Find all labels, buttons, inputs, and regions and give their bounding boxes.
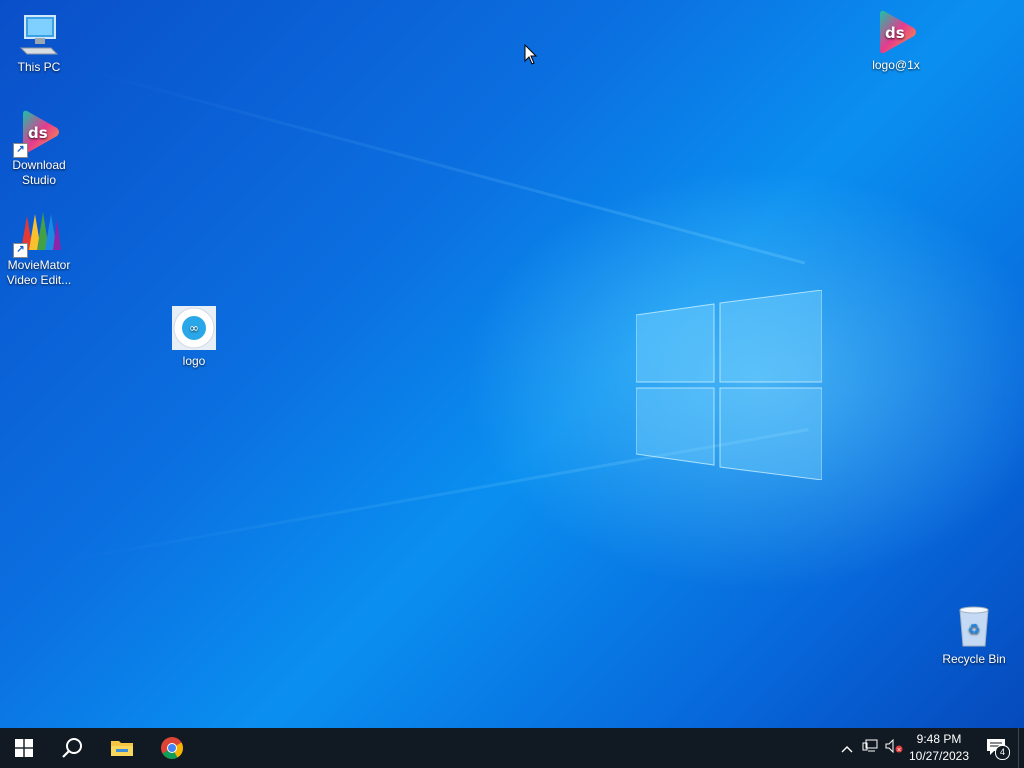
desktop-icon-moviemator[interactable]: ↗ MovieMator Video Edit... xyxy=(1,208,77,288)
desktop-icon-label: logo@1x xyxy=(872,58,920,72)
desktop-icon-recycle-bin[interactable]: ♻ Recycle Bin xyxy=(936,602,1012,667)
network-icon[interactable] xyxy=(858,739,882,758)
shortcut-arrow-icon: ↗ xyxy=(13,243,28,258)
svg-text:ds: ds xyxy=(28,124,48,142)
desktop-icon-this-pc[interactable]: This PC xyxy=(1,10,77,75)
shortcut-arrow-icon: ↗ xyxy=(13,143,28,158)
chrome-icon xyxy=(161,737,183,759)
folder-icon xyxy=(111,741,133,756)
action-center-button[interactable]: 4 xyxy=(976,728,1016,768)
file-explorer-button[interactable] xyxy=(98,728,146,768)
light-beam xyxy=(89,70,806,265)
desktop-icon-logo1x[interactable]: ds logo@1x xyxy=(858,8,934,73)
mouse-cursor-icon xyxy=(524,44,538,65)
start-button[interactable] xyxy=(0,728,48,768)
search-button[interactable] xyxy=(48,728,96,768)
desktop-icon-download-studio[interactable]: ds ↗ Download Studio xyxy=(1,108,77,188)
recycle-bin-icon: ♻ xyxy=(950,602,998,650)
logo-icon: ∞ xyxy=(170,304,218,352)
desktop-icon-label: MovieMator Video Edit... xyxy=(6,258,72,287)
desktop-icon-logo[interactable]: ∞ logo xyxy=(156,304,232,369)
show-desktop-button[interactable] xyxy=(1018,728,1024,768)
search-icon xyxy=(62,738,82,758)
taskbar: × 9:48 PM 10/27/2023 4 xyxy=(0,728,1024,768)
desktop-icon-label: logo xyxy=(182,354,206,368)
clock-date: 10/27/2023 xyxy=(908,749,970,763)
notification-count-badge: 4 xyxy=(995,745,1010,760)
svg-text:∞: ∞ xyxy=(189,321,199,335)
desktop-icon-label: Recycle Bin xyxy=(942,652,1006,666)
download-studio-icon: ds xyxy=(872,8,920,56)
taskbar-clock[interactable]: 9:48 PM 10/27/2023 xyxy=(902,731,976,765)
computer-icon xyxy=(15,10,63,58)
windows-icon xyxy=(15,739,33,757)
clock-time: 9:48 PM xyxy=(916,732,962,746)
chrome-button[interactable] xyxy=(148,728,196,768)
moviemator-icon: ↗ xyxy=(13,208,63,258)
download-studio-icon: ds ↗ xyxy=(13,108,63,158)
desktop-icon-label: Download Studio xyxy=(12,158,66,187)
desktop-icon-label: This PC xyxy=(17,60,61,74)
chevron-up-icon[interactable] xyxy=(836,740,858,756)
svg-text:♻: ♻ xyxy=(968,622,981,638)
svg-text:×: × xyxy=(896,746,901,753)
system-tray: × xyxy=(836,728,906,768)
windows-logo-wallpaper xyxy=(636,290,822,480)
svg-text:ds: ds xyxy=(885,24,905,42)
